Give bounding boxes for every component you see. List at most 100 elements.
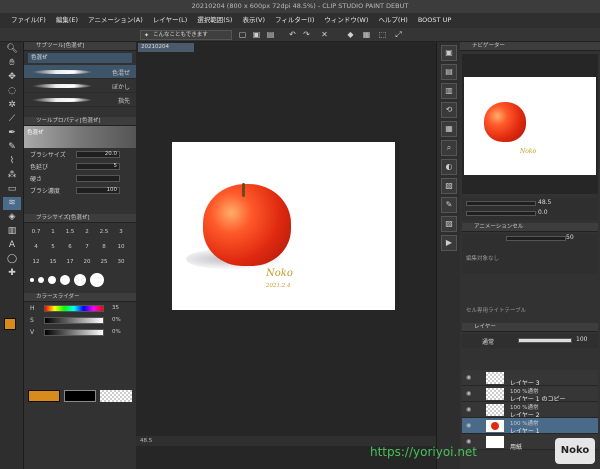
hand-icon[interactable]: ✋︎: [3, 57, 21, 70]
eye-icon[interactable]: ◉: [466, 422, 471, 429]
magic-wand-icon[interactable]: ✲: [3, 99, 21, 112]
eye-icon[interactable]: ◉: [466, 438, 471, 445]
brush-size-option[interactable]: 30: [113, 255, 129, 269]
history-icon[interactable]: ⟲: [441, 102, 457, 118]
document-tab[interactable]: 20210204: [138, 43, 194, 52]
menu-animation[interactable]: アニメーション(A): [83, 13, 148, 28]
transform-icon[interactable]: ⤢: [394, 30, 403, 39]
sub-color-chip[interactable]: [64, 390, 96, 402]
opacity-slider[interactable]: [518, 338, 572, 343]
grid-icon[interactable]: ▦: [362, 30, 371, 39]
color-row-h[interactable]: H 35: [24, 302, 136, 314]
prop-hardness[interactable]: 硬さ: [24, 172, 136, 184]
search-icon[interactable]: ⌕: [441, 140, 457, 156]
menu-layer[interactable]: レイヤー(L): [148, 13, 193, 28]
layer-row[interactable]: ◉ レイヤー 3: [462, 370, 598, 387]
brush-size-option[interactable]: 8: [96, 240, 112, 254]
sub-view-icon[interactable]: ▤: [441, 64, 457, 80]
color-row-v[interactable]: V 0%: [24, 326, 136, 338]
brush-size-option[interactable]: 17: [62, 255, 78, 269]
airbrush-icon[interactable]: ⁂: [3, 169, 21, 182]
open-icon[interactable]: ▣: [252, 30, 261, 39]
menu-selection[interactable]: 選択範囲(S): [192, 13, 237, 28]
navigator-angle-value[interactable]: 0.0: [538, 209, 548, 216]
layer-property-icon[interactable]: ▥: [441, 83, 457, 99]
blend-mode-select[interactable]: 通常: [482, 337, 494, 346]
menu-edit[interactable]: 編集(E): [51, 13, 83, 28]
fill-bucket-icon[interactable]: ◈: [3, 211, 21, 224]
brush-size-option[interactable]: 10: [113, 240, 129, 254]
eye-icon[interactable]: ◉: [466, 406, 471, 413]
eyedropper-icon[interactable]: ⟋: [3, 113, 21, 126]
main-color-chip[interactable]: [28, 390, 60, 402]
subtool-item-blend[interactable]: 色混ぜ: [24, 65, 136, 79]
brush-size-option[interactable]: 15: [45, 255, 61, 269]
undo-icon[interactable]: ↶: [288, 30, 297, 39]
layer-row[interactable]: ◉ 100 %通常 レイヤー 1 のコピー: [462, 386, 598, 403]
pencil-icon[interactable]: ✎: [3, 141, 21, 154]
brush-size-option[interactable]: 12: [28, 255, 44, 269]
zoom-icon[interactable]: 🔍︎: [3, 43, 21, 56]
color-set-icon[interactable]: ▧: [441, 178, 457, 194]
color-wheel-icon[interactable]: ◐: [441, 159, 457, 175]
menu-help[interactable]: ヘルプ(H): [373, 13, 412, 28]
eye-icon[interactable]: ◉: [466, 390, 471, 397]
eraser-icon[interactable]: ▭: [3, 183, 21, 196]
brush-size-option[interactable]: 4: [28, 240, 44, 254]
ruler-icon[interactable]: ✚: [3, 267, 21, 280]
save-icon[interactable]: ▤: [266, 30, 275, 39]
menu-file[interactable]: ファイル(F): [6, 13, 51, 28]
new-icon[interactable]: ▢: [238, 30, 247, 39]
eye-icon[interactable]: ◉: [466, 374, 471, 381]
gradient-icon[interactable]: ▥: [3, 225, 21, 238]
subtool-item-finger[interactable]: 指先: [24, 93, 136, 107]
zoom-readout[interactable]: 48.5: [140, 438, 152, 444]
rotate-slider[interactable]: [466, 211, 536, 216]
clear-icon[interactable]: ✕: [320, 30, 329, 39]
brush-icon[interactable]: ⌇: [3, 155, 21, 168]
menu-filter[interactable]: フィルター(I): [270, 13, 319, 28]
move-icon[interactable]: ✥: [3, 71, 21, 84]
help-tip-button[interactable]: ✦ こんなこともできます: [140, 30, 232, 40]
navigator-icon[interactable]: ▣: [441, 45, 457, 61]
brush-size-option[interactable]: 3: [113, 225, 129, 239]
selection-icon[interactable]: ⬚: [378, 30, 387, 39]
subtool-group-tab[interactable]: 色混ぜ: [28, 53, 132, 63]
text-icon[interactable]: A: [3, 239, 21, 252]
lasso-icon[interactable]: ◌: [3, 85, 21, 98]
balloon-icon[interactable]: ◯: [3, 253, 21, 266]
brush-size-option[interactable]: 25: [96, 255, 112, 269]
brush-size-option[interactable]: 0.7: [28, 225, 44, 239]
fill-icon[interactable]: ◆: [346, 30, 355, 39]
transparent-chip[interactable]: [100, 390, 132, 402]
layer-row[interactable]: ◉ 100 %通常 レイヤー 2: [462, 402, 598, 419]
brush-size-option[interactable]: 7: [79, 240, 95, 254]
navigator-zoom-value[interactable]: 48.5: [538, 199, 551, 206]
brush-size-option[interactable]: 5: [45, 240, 61, 254]
brush-size-option[interactable]: 2: [79, 225, 95, 239]
animation-cel-slider[interactable]: [506, 236, 566, 241]
main-color-swatch[interactable]: [4, 318, 16, 330]
item-bank-icon[interactable]: ▨: [441, 216, 457, 232]
layer-row[interactable]: ◉ 100 %通常 レイヤー 1: [462, 418, 598, 435]
animation-icon[interactable]: ▶: [441, 235, 457, 251]
menu-window[interactable]: ウィンドウ(W): [319, 13, 373, 28]
brush-size-option[interactable]: 1.5: [62, 225, 78, 239]
zoom-slider[interactable]: [466, 201, 536, 206]
menu-boost-up[interactable]: BOOST UP: [413, 13, 456, 28]
prop-brush-density[interactable]: ブラシ濃度 100: [24, 184, 136, 196]
brush-size-option[interactable]: 2.5: [96, 225, 112, 239]
material-icon[interactable]: ▦: [441, 121, 457, 137]
brush-size-option[interactable]: 1: [45, 225, 61, 239]
brush-size-option[interactable]: 20: [79, 255, 95, 269]
brush-size-option[interactable]: 6: [62, 240, 78, 254]
color-row-s[interactable]: S 0%: [24, 314, 136, 326]
prop-brush-size[interactable]: ブラシサイズ 20.0: [24, 148, 136, 160]
brush-palette-icon[interactable]: ✎: [441, 197, 457, 213]
pen-icon[interactable]: ✒︎: [3, 127, 21, 140]
redo-icon[interactable]: ↷: [302, 30, 311, 39]
prop-color-stretch[interactable]: 色延び 5: [24, 160, 136, 172]
menu-view[interactable]: 表示(V): [237, 13, 270, 28]
subtool-item-blur[interactable]: ぼかし: [24, 79, 136, 93]
blend-tool-icon[interactable]: ≋: [3, 197, 21, 210]
